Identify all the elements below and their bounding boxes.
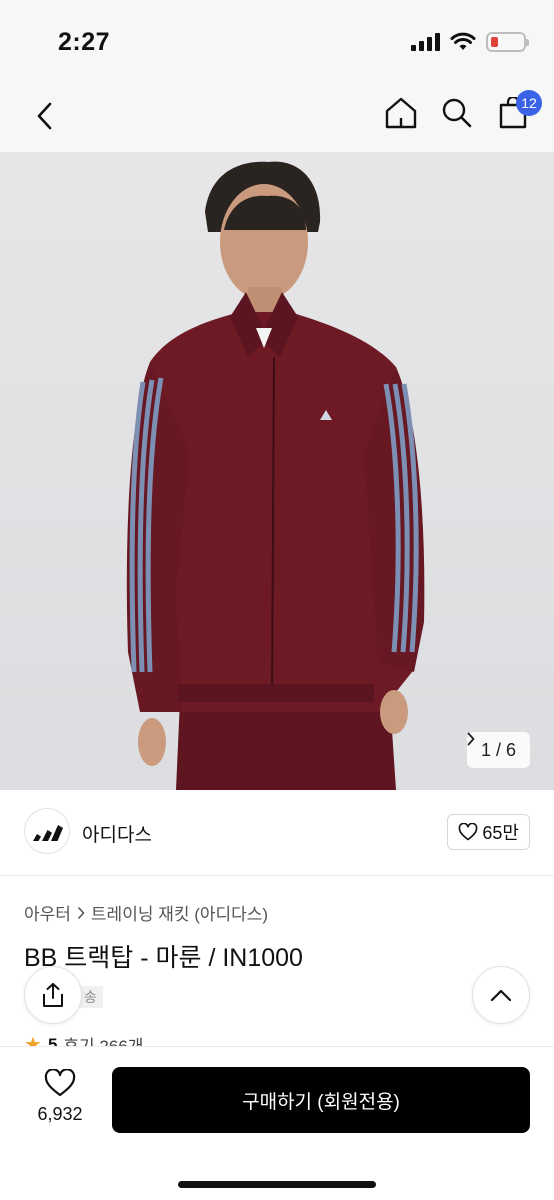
buy-button[interactable]: 구매하기 (회원전용) xyxy=(112,1067,530,1133)
share-button[interactable] xyxy=(24,966,82,1024)
home-button[interactable] xyxy=(382,92,420,134)
wifi-icon xyxy=(450,32,476,50)
battery-icon xyxy=(486,32,529,52)
share-icon xyxy=(43,983,63,1007)
bottom-bar: 6,932 구매하기 (회원전용) xyxy=(0,1046,554,1200)
brand-like-button[interactable]: 65만 xyxy=(447,814,530,850)
image-pager[interactable]: 1 / 6 xyxy=(466,732,530,768)
heart-icon xyxy=(44,1068,76,1097)
chevron-up-icon xyxy=(490,989,512,1002)
brand-row[interactable]: 아디다스 65만 xyxy=(0,790,554,876)
cart-button[interactable]: 12 xyxy=(494,90,542,134)
chevron-left-icon xyxy=(37,102,52,130)
cart-count-badge: 12 xyxy=(516,90,542,116)
status-time: 2:27 xyxy=(58,28,111,56)
heart-icon xyxy=(459,823,478,841)
home-icon xyxy=(385,97,417,129)
nav-bar: 12 xyxy=(0,82,554,152)
status-bar: 2:27 xyxy=(0,0,554,82)
signal-icon xyxy=(411,33,440,51)
search-icon xyxy=(442,98,472,128)
back-button[interactable] xyxy=(26,96,62,136)
wishlist-count: 6,932 xyxy=(37,1104,83,1124)
breadcrumb-item[interactable]: 아우터 xyxy=(24,900,71,925)
brand-like-count: 65만 xyxy=(482,823,519,843)
pager-text: 1 / 6 xyxy=(480,739,516,760)
home-indicator xyxy=(178,1181,376,1188)
scroll-top-button[interactable] xyxy=(472,966,530,1024)
breadcrumb: 아우터 트레이닝 재킷 (아디다스) xyxy=(24,900,268,925)
status-icons xyxy=(411,32,529,52)
search-button[interactable] xyxy=(438,92,476,134)
chevron-right-icon xyxy=(77,906,85,919)
brand-name[interactable]: 아디다스 xyxy=(82,820,152,847)
product-photo xyxy=(126,161,425,790)
breadcrumb-item[interactable]: 트레이닝 재킷 (아디다스) xyxy=(91,900,268,925)
chevron-right-icon xyxy=(467,732,475,746)
wishlist-button[interactable]: 6,932 xyxy=(30,1068,90,1125)
product-image-carousel[interactable]: 1 / 6 xyxy=(0,152,554,790)
adidas-logo-icon xyxy=(33,825,63,841)
brand-logo[interactable] xyxy=(24,808,70,854)
